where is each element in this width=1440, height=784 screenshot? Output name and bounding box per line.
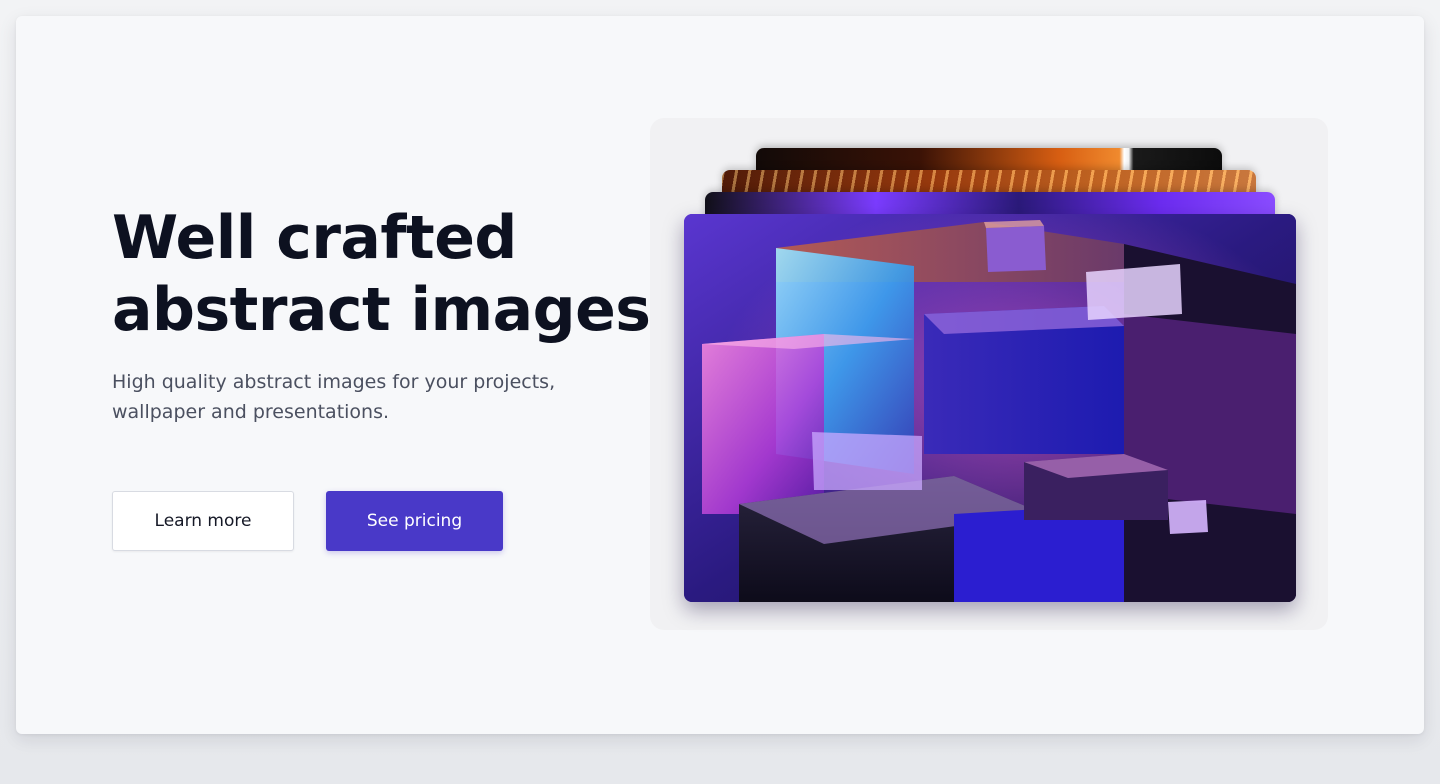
learn-more-button[interactable]: Learn more xyxy=(112,491,294,551)
see-pricing-button[interactable]: See pricing xyxy=(326,491,503,551)
hero-title-line-2: abstract images xyxy=(112,275,651,345)
hero-card: Well crafted abstract images High qualit… xyxy=(16,16,1424,734)
abstract-cubes-illustration xyxy=(684,214,1296,602)
hero-subtitle-line-2: wallpaper and presentations. xyxy=(112,401,390,423)
hero-title-line-1: Well crafted xyxy=(112,203,517,273)
hero-title: Well crafted abstract images xyxy=(112,202,651,346)
hero-subtitle-line-1: High quality abstract images for your pr… xyxy=(112,371,556,393)
image-stack xyxy=(650,118,1328,630)
hero-subtitle: High quality abstract images for your pr… xyxy=(112,367,582,427)
featured-abstract-image xyxy=(684,214,1296,602)
